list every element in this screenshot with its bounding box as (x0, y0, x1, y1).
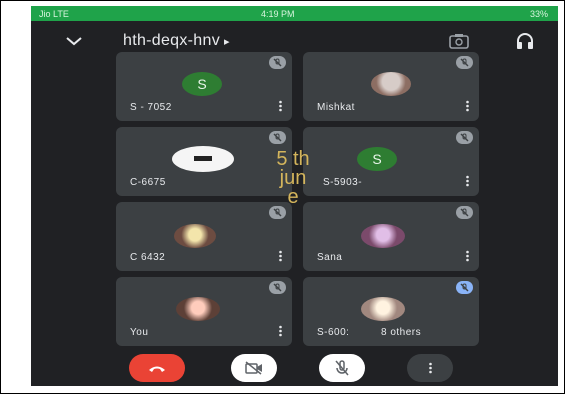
avatar (172, 146, 234, 172)
mic-off-icon (456, 131, 473, 144)
participant-name: You (130, 327, 149, 338)
avatar (371, 72, 411, 96)
avatar (361, 224, 405, 248)
participant-tile[interactable]: S S - 7052 (116, 52, 292, 121)
carrier-label: Jio LTE (39, 8, 69, 19)
more-vert-icon (428, 362, 432, 374)
phone-hangup-icon (149, 366, 165, 372)
more-options-icon[interactable] (279, 325, 282, 337)
more-options-icon[interactable] (466, 250, 469, 262)
mic-off-icon (456, 56, 473, 69)
status-time: 4:19 PM (261, 8, 295, 19)
meeting-code-button[interactable]: hth-deqx-hnv ▸ (123, 32, 230, 50)
participant-name: C 6432 (130, 252, 166, 263)
mic-off-icon (269, 281, 286, 294)
mic-off-icon (456, 281, 473, 294)
phone-screen: Jio LTE 4:19 PM 33% hth-deqx-hnv ▸ S S -… (31, 6, 558, 386)
mic-off-icon (269, 206, 286, 219)
participant-name: Sana (317, 252, 343, 263)
status-bar: Jio LTE 4:19 PM 33% (31, 6, 558, 21)
avatar: S (182, 72, 222, 96)
more-options-icon[interactable] (279, 100, 282, 112)
chevron-down-icon[interactable] (65, 34, 83, 48)
participant-name: S-600: (317, 327, 350, 338)
avatar (361, 297, 405, 321)
participant-tile[interactable]: C 6432 (116, 202, 292, 271)
end-call-button[interactable] (129, 354, 185, 382)
avatar: S (357, 147, 397, 171)
headset-icon[interactable] (515, 32, 535, 50)
participant-tile[interactable]: S S-5903- (303, 127, 479, 196)
others-count-label[interactable]: 8 others (381, 327, 421, 338)
date-overlay-line: e (287, 186, 299, 208)
participant-name: S-5903- (323, 177, 363, 188)
more-options-icon[interactable] (466, 175, 469, 187)
mic-off-icon (456, 206, 473, 219)
date-overlay: 5 th jun e (263, 149, 323, 208)
mic-off-icon (269, 56, 286, 69)
more-options-icon[interactable] (279, 250, 282, 262)
avatar (176, 297, 220, 321)
battery-level: 33% (529, 8, 548, 19)
switch-camera-icon[interactable] (449, 33, 469, 49)
mic-toggle-button[interactable] (319, 354, 365, 382)
meeting-info-arrow-icon: ▸ (224, 36, 230, 48)
mic-off-icon (269, 131, 286, 144)
mic-off-icon (335, 360, 349, 376)
meeting-code: hth-deqx-hnv (123, 32, 220, 49)
call-controls (31, 348, 558, 386)
more-options-icon[interactable] (466, 100, 469, 112)
participant-name: C-6675 (130, 177, 166, 188)
participant-name: Mishkat (317, 102, 355, 113)
participant-tile[interactable]: Mishkat (303, 52, 479, 121)
camera-toggle-button[interactable] (231, 354, 277, 382)
more-options-button[interactable] (407, 354, 453, 382)
image-frame: Jio LTE 4:19 PM 33% hth-deqx-hnv ▸ S S -… (0, 0, 565, 394)
camera-off-icon (245, 361, 262, 375)
participant-tile[interactable]: You (116, 277, 292, 346)
avatar (174, 224, 216, 248)
participant-tile[interactable]: Sana (303, 202, 479, 271)
participant-tile[interactable]: S-600: 8 others (303, 277, 479, 346)
participant-name: S - 7052 (130, 102, 172, 113)
